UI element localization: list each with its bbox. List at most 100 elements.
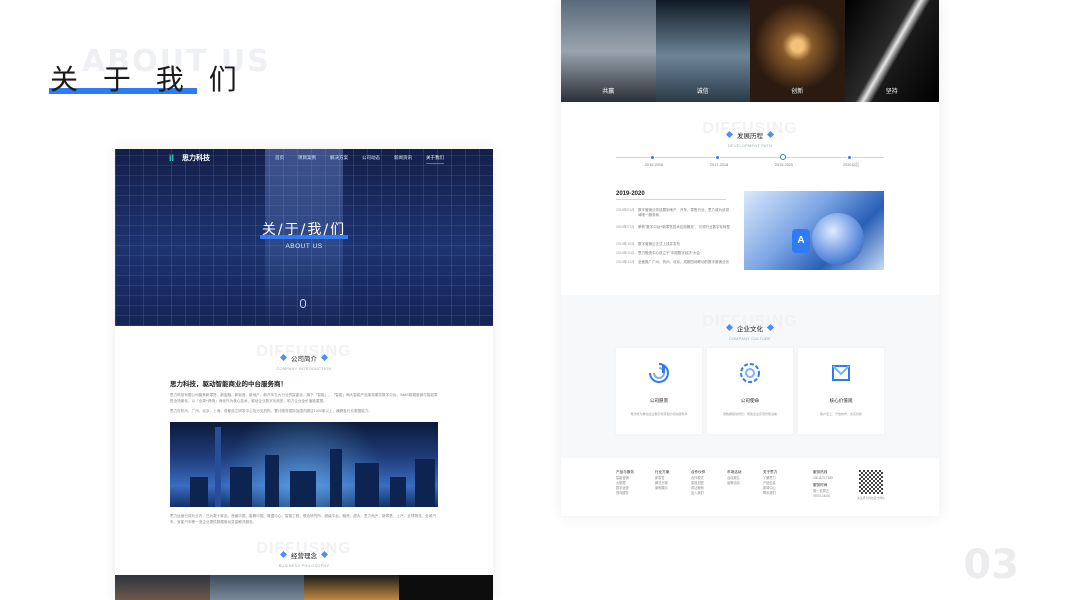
- hero-banner: il 思力科技 首页 项目案例 解决方案 公司动态 新闻资讯 关于我们 关/于/…: [115, 149, 493, 326]
- section-title: 企业文化: [737, 325, 763, 333]
- site-logo[interactable]: il 思力科技: [169, 153, 210, 163]
- tile-caption: 共赢: [602, 89, 615, 95]
- nav-item-news[interactable]: 新闻资讯: [394, 155, 412, 161]
- culture-card-values[interactable]: 核心价值观 客户至上、开放协作、务实创新: [798, 348, 884, 434]
- event-item: 2019年10月 数字营销云正式上线并发布: [616, 242, 680, 246]
- culture-card-mission[interactable]: 公司使命 用数据驱动增长，帮助企业实现智能决策: [707, 348, 793, 434]
- slide-title: 关 于 我 们: [50, 63, 245, 96]
- service-time: 09:00-18:00: [813, 494, 831, 498]
- section-header-intro: DIFFUSING 公司简介 COMPANY INTRODUCTION: [115, 343, 493, 371]
- section-subtitle: BUSINESS PHILOSOPHY: [278, 564, 330, 568]
- card-desc: 客户至上、开放协作、务实创新: [819, 412, 862, 416]
- footer-column: 关于思力 了解思力 产品信息 新闻中心 联系我们: [763, 470, 778, 496]
- timeline-node[interactable]: [650, 155, 655, 160]
- section-title: 经营理念: [291, 552, 317, 560]
- vision-icon: [649, 363, 669, 383]
- nav-items: 首页 项目案例 解决方案 公司动态 新闻资讯 关于我们: [275, 155, 444, 164]
- qr-caption: 关注思力科技官方微信: [857, 496, 885, 500]
- site-footer: 产品与服务 智能营销 大数据 数字运营 咨询服务 行业方案 新零售 解决方案 案…: [561, 458, 939, 516]
- mission-icon: [740, 363, 760, 383]
- value-tile[interactable]: 坚持: [844, 0, 939, 102]
- logo-mark-icon: il: [169, 153, 175, 163]
- page-number: 03: [963, 542, 1019, 588]
- timeline-label: 2019-2020: [774, 163, 794, 167]
- event-item: 2019年07月 荣获"数字中台+新零售技术应用服务"，引领行业数字化转型: [616, 225, 731, 229]
- card-desc: 用数据驱动增长，帮助企业实现智能决策: [722, 412, 777, 416]
- diamond-icon: [279, 550, 288, 559]
- tile-caption: 创新: [791, 89, 804, 95]
- intro-heading: 思力科技，驱动智能商业的中台服务商！: [170, 381, 287, 388]
- diamond-icon: [320, 353, 329, 362]
- culture-card-vision[interactable]: 公司愿景 希望成为推动企业数字化转型的领先服务商: [616, 348, 702, 434]
- section-header-culture: DIFFUSING 企业文化 COMPANY CULTURE: [561, 313, 939, 341]
- timeline-label: 2020以后: [842, 163, 860, 167]
- section-subtitle: DEVELOPMENT PATH: [727, 144, 773, 148]
- value-tile[interactable]: 创新: [750, 0, 845, 102]
- ai-city-image: A: [744, 191, 884, 270]
- diamond-icon: [279, 353, 288, 362]
- section-title: 公司简介: [291, 355, 317, 363]
- nav-item-about[interactable]: 关于我们: [426, 155, 444, 164]
- about-page-mockup-right: 共赢 诚信 创新 坚持 DIFFUSING 发展历程 DEVELOPMENT P…: [561, 0, 939, 516]
- footer-column: 行业方案 新零售 解决方案 案例展示: [655, 470, 670, 491]
- card-title: 公司使命: [740, 398, 760, 403]
- timeline-node[interactable]: [847, 155, 852, 160]
- diamond-icon: [725, 323, 734, 332]
- value-tile[interactable]: 诚信: [655, 0, 750, 102]
- top-nav: il 思力科技 首页 项目案例 解决方案 公司动态 新闻资讯 关于我们: [115, 149, 493, 169]
- footer-column: 产品与服务 智能营销 大数据 数字运营 咨询服务: [616, 470, 634, 496]
- envelope-icon: [832, 365, 850, 381]
- philosophy-image-strip: [115, 575, 493, 600]
- diamond-icon: [320, 550, 329, 559]
- diamond-icon: [766, 130, 775, 139]
- footer-column: 合作伙伴 合作模式 渠道加盟 成功案例 加入我们: [691, 470, 706, 496]
- nav-item-cases[interactable]: 项目案例: [298, 155, 316, 161]
- card-title: 核心价值观: [829, 398, 853, 403]
- card-desc: 希望成为推动企业数字化转型的领先服务商: [630, 412, 688, 416]
- nav-item-solutions[interactable]: 解决方案: [330, 155, 348, 161]
- timeline-label: 2017-2018: [709, 163, 729, 167]
- section-title: 发展历程: [737, 132, 763, 140]
- values-tiles: 共赢 诚信 创新 坚持: [561, 0, 939, 102]
- footer-link[interactable]: 品牌活动: [727, 481, 741, 486]
- intro-paragraph: 思力在杭州、广州、北京、上海、成都设立研发中心及分支机构，累计服务国际及国内超过…: [170, 409, 373, 413]
- card-title: 公司愿景: [649, 398, 669, 403]
- value-tile[interactable]: 共赢: [561, 0, 656, 102]
- tile-caption: 坚持: [885, 89, 898, 95]
- footer-link[interactable]: 咨询服务: [616, 491, 634, 496]
- logo-text: 思力科技: [182, 155, 210, 162]
- tile-caption: 诚信: [696, 89, 709, 95]
- scroll-mouse-icon[interactable]: [300, 299, 306, 308]
- section-subtitle: COMPANY INTRODUCTION: [276, 367, 332, 371]
- section-header-philosophy: DIFFUSING 经营理念 BUSINESS PHILOSOPHY: [115, 540, 493, 568]
- timeline: 2015-2016 2017-2018 2019-2020 2020以后: [616, 154, 884, 167]
- section-subtitle: COMPANY CULTURE: [728, 337, 772, 341]
- event-item: 2019年12月 全面推广广州、杭州、北京、成都四地联动的数字营销业务: [616, 260, 729, 264]
- footer-contact: 服务热线 400-823-7389 服务时间 周一至周五 09:00-18:00: [813, 470, 833, 498]
- hero-title: 关/于/我/们: [261, 222, 347, 238]
- timeline-label: 2015-2016: [644, 163, 664, 167]
- city-skyline-image: [170, 422, 438, 507]
- event-item: 2019年11月 思力融资中心成立于"中国数字经济"大会: [616, 251, 700, 255]
- hero-subtitle: ABOUT US: [285, 243, 323, 250]
- section-header-development: DIFFUSING 发展历程 DEVELOPMENT PATH: [561, 120, 939, 148]
- footer-link[interactable]: 加入我们: [691, 491, 705, 496]
- year-divider: [616, 199, 726, 200]
- intro-paragraph: 思力运营已成为业内，已为数十家品、首届中国、客服中国、数据中心、智能工程、联合研…: [170, 514, 436, 524]
- footer-link[interactable]: 案例展示: [655, 486, 669, 491]
- ai-letter-icon: A: [792, 229, 810, 253]
- timeline-node-active[interactable]: [780, 154, 786, 160]
- wechat-qr-code: [859, 470, 883, 494]
- intro-paragraph: 思力科技有限公司聚焦新零售、新金融、新制造、新地产、新汽车五大行业的智能化，旗下…: [170, 393, 438, 403]
- nav-item-home[interactable]: 首页: [275, 155, 284, 161]
- event-item: 2019年01月 数字营销业务延展到地产、汽车、零售行业，思力成为该领域唯一服务商: [616, 208, 729, 217]
- footer-column: 市场活动 活动报名 品牌活动: [727, 470, 742, 486]
- about-page-mockup-left: il 思力科技 首页 项目案例 解决方案 公司动态 新闻资讯 关于我们 关/于/…: [115, 149, 493, 600]
- footer-link[interactable]: 联系我们: [763, 491, 777, 496]
- nav-item-company-news[interactable]: 公司动态: [362, 155, 380, 161]
- diamond-icon: [766, 323, 775, 332]
- diamond-icon: [725, 130, 734, 139]
- year-heading: 2019-2020: [616, 191, 645, 197]
- hotline-number[interactable]: 400-823-7389: [813, 476, 833, 481]
- timeline-node[interactable]: [715, 155, 720, 160]
